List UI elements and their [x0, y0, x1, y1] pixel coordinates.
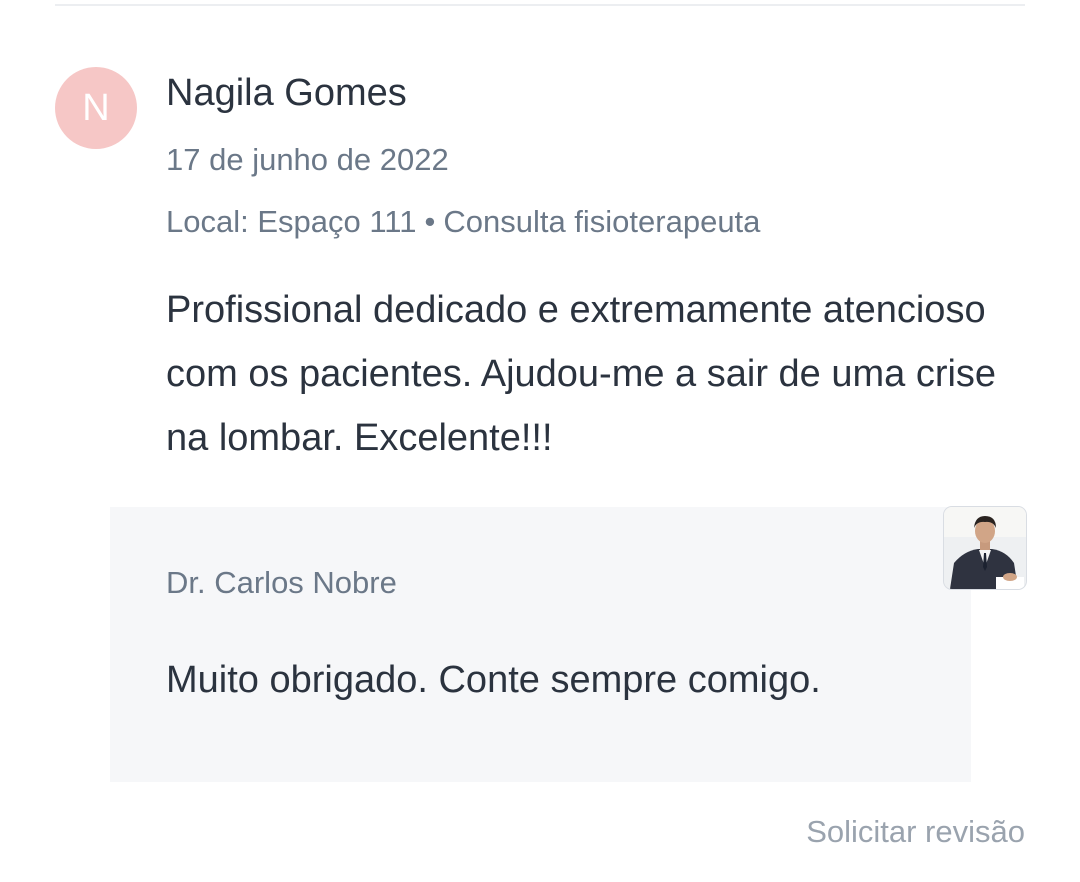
avatar-initial: N — [82, 86, 110, 129]
doctor-reply-box: Dr. Carlos Nobre Muito obrigado. Conte s… — [110, 507, 971, 782]
review-text: Profissional dedicado e extremamente ate… — [166, 289, 997, 459]
doctor-photo-illustration — [944, 507, 1026, 589]
top-divider — [55, 4, 1025, 6]
reply-author: Dr. Carlos Nobre — [166, 565, 397, 600]
reviewer-name: Nagila Gomes — [166, 72, 407, 114]
review-meta: Local: Espaço 111 • Consulta fisioterapeut… — [166, 204, 760, 240]
reply-text: Muito obrigado. Conte sempre comigo. — [166, 659, 821, 701]
doctor-photo-icon — [944, 507, 1026, 589]
reviewer-avatar: N — [55, 67, 137, 149]
review-location: Local: Espaço 111 — [166, 204, 417, 239]
review-date: 17 de junho de 2022 — [166, 142, 449, 177]
review-service: Consulta fisioterapeuta — [443, 204, 761, 239]
request-review-link[interactable]: Solicitar revisão — [806, 814, 1025, 850]
meta-separator: • — [424, 204, 436, 239]
